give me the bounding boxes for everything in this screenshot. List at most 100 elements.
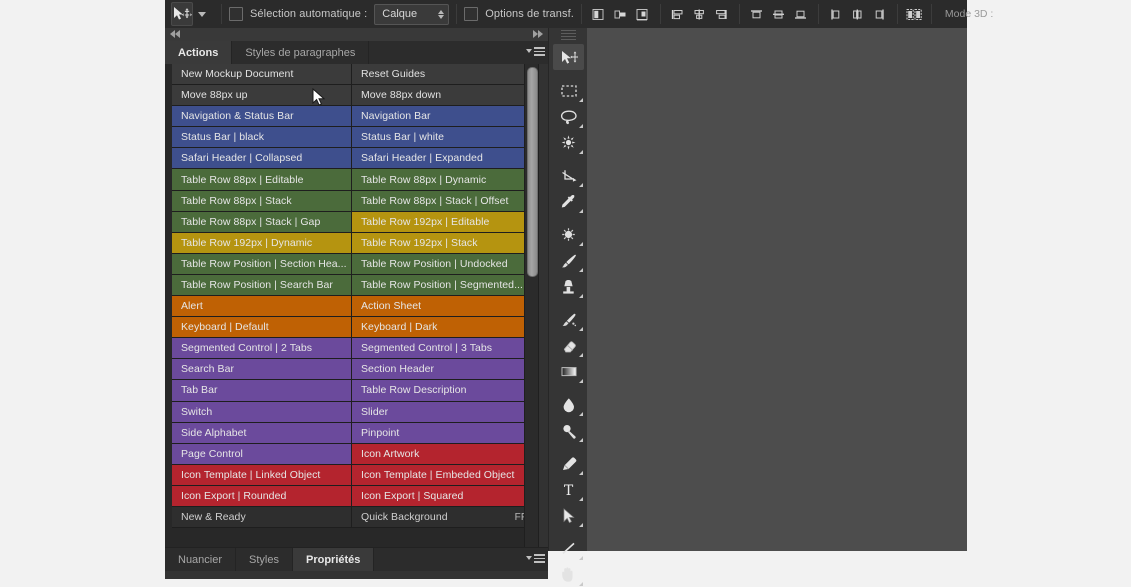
align-center-v-icon[interactable] — [690, 4, 710, 24]
action-row[interactable]: Table Row 88px | Stack | Gap — [172, 211, 352, 233]
action-row[interactable]: Slider — [352, 401, 532, 423]
action-row[interactable]: New Mockup Document — [172, 64, 352, 86]
pen-tool[interactable] — [553, 450, 584, 476]
action-row[interactable]: Move 88px down — [352, 85, 532, 107]
action-row[interactable]: Icon Template | Embeded Object — [352, 464, 532, 486]
panel-menu-icon[interactable] — [526, 47, 545, 56]
action-row[interactable]: Segmented Control | 3 Tabs — [352, 338, 532, 360]
distribute-left-icon[interactable] — [826, 4, 846, 24]
action-row[interactable]: Segmented Control | 2 Tabs — [172, 338, 352, 360]
action-row[interactable]: Reset Guides — [352, 64, 532, 86]
action-row[interactable]: Tab Bar — [172, 380, 352, 402]
action-row[interactable]: Table Row 192px | Editable — [352, 211, 532, 233]
action-row[interactable]: Table Row Position | Section Hea... — [172, 253, 352, 275]
action-row[interactable]: Keyboard | Default — [172, 317, 352, 339]
distribute-center-v-icon[interactable] — [769, 4, 789, 24]
action-row[interactable]: Icon Export | Rounded — [172, 485, 352, 507]
action-row[interactable]: Table Row 192px | Dynamic — [172, 232, 352, 254]
vertical-scrollbar[interactable] — [524, 64, 539, 547]
desktop-background-left — [0, 0, 165, 551]
align-left-icon[interactable] — [589, 4, 609, 24]
action-row[interactable]: Navigation & Status Bar — [172, 106, 352, 128]
hand-tool[interactable] — [553, 561, 584, 587]
action-row[interactable]: Table Row 88px | Editable — [172, 169, 352, 191]
transform-controls-checkbox[interactable] — [464, 7, 479, 21]
tab-paragraph-styles[interactable]: Styles de paragraphes — [232, 41, 370, 64]
dodge-tool[interactable] — [553, 417, 584, 443]
auto-select-scope-value: Calque — [382, 8, 418, 20]
action-row[interactable]: Switch — [172, 401, 352, 423]
tab-proprietes[interactable]: Propriétés — [293, 548, 375, 572]
eraser-tool[interactable] — [553, 332, 584, 358]
action-row[interactable]: Page Control — [172, 443, 352, 465]
bottom-panel-menu-icon[interactable] — [526, 554, 545, 563]
action-row[interactable]: Move 88px up — [172, 85, 352, 107]
action-row[interactable]: Table Row 88px | Stack — [172, 190, 352, 212]
blur-tool[interactable] — [553, 391, 584, 417]
action-row[interactable]: Alert — [172, 296, 352, 318]
action-row[interactable]: Table Row Position | Segmented... — [352, 274, 532, 297]
double-chevron-left-icon[interactable] — [170, 30, 180, 38]
magic-wand-tool[interactable] — [553, 129, 584, 155]
tool-flyout-triangle-icon — [579, 98, 583, 102]
eyedropper-tool[interactable] — [553, 188, 584, 214]
action-row[interactable]: Safari Header | Collapsed — [172, 148, 352, 170]
action-row[interactable]: Action Sheet — [352, 296, 532, 318]
double-chevron-right-icon[interactable] — [533, 30, 543, 38]
canvas-area[interactable] — [587, 28, 967, 551]
gradient-tool[interactable] — [553, 358, 584, 384]
action-row[interactable]: New & Ready — [172, 506, 352, 529]
action-row[interactable]: Table Row 192px | Stack — [352, 232, 532, 254]
line-icon — [562, 542, 575, 554]
distribute-right-icon[interactable] — [870, 4, 890, 24]
action-row[interactable]: Table Row Position | Undocked — [352, 253, 532, 275]
distribute-bottom-icon[interactable] — [791, 4, 811, 24]
brush-tool[interactable] — [553, 247, 584, 273]
action-row[interactable]: Pinpoint — [352, 422, 532, 444]
action-row[interactable]: Table Row Position | Search Bar — [172, 274, 352, 297]
action-row[interactable]: Keyboard | Dark — [352, 317, 532, 339]
clone-stamp-tool[interactable] — [553, 273, 584, 299]
action-row[interactable]: Section Header — [352, 359, 532, 381]
align-top-icon[interactable] — [668, 4, 688, 24]
action-row[interactable]: Navigation Bar — [352, 106, 532, 128]
distribute-top-icon[interactable] — [747, 4, 767, 24]
tools-panel-grip[interactable] — [561, 30, 576, 41]
rectangular-marquee-tool[interactable] — [553, 77, 584, 103]
action-row[interactable]: Status Bar | black — [172, 127, 352, 149]
auto-select-scope-dropdown[interactable]: Calque — [374, 3, 450, 25]
action-row[interactable]: Quick Background FF — [352, 506, 532, 529]
auto-align-icon[interactable] — [905, 4, 924, 24]
action-row[interactable]: Icon Template | Linked Object — [172, 464, 352, 486]
align-buttons-group-2 — [668, 4, 732, 24]
align-bottom-icon[interactable] — [712, 4, 732, 24]
tab-styles[interactable]: Styles — [236, 548, 293, 572]
scrollbar-thumb[interactable] — [527, 67, 538, 277]
spot-healing-brush-tool[interactable] — [553, 221, 584, 247]
move-tool[interactable] — [553, 44, 584, 70]
action-row[interactable]: Side Alphabet — [172, 422, 352, 444]
lasso-tool[interactable] — [553, 103, 584, 129]
action-row[interactable]: Status Bar | white — [352, 127, 532, 149]
path-selection-tool[interactable] — [553, 502, 584, 528]
panel-drag-bar[interactable] — [165, 28, 548, 42]
action-row[interactable]: Search Bar — [172, 359, 352, 381]
align-right-icon[interactable] — [633, 4, 653, 24]
chevron-down-icon[interactable] — [198, 11, 206, 17]
move-tool-icon[interactable] — [171, 2, 193, 26]
action-row[interactable]: Safari Header | Expanded — [352, 148, 532, 170]
action-row[interactable]: Table Row Description — [352, 380, 532, 402]
tab-nuancier[interactable]: Nuancier — [165, 548, 237, 572]
line-tool[interactable] — [553, 535, 584, 561]
crop-tool[interactable] — [553, 162, 584, 188]
align-center-h-icon[interactable] — [611, 4, 631, 24]
tab-actions[interactable]: Actions — [165, 41, 233, 64]
distribute-center-h-icon[interactable] — [848, 4, 868, 24]
history-brush-tool[interactable] — [553, 306, 584, 332]
auto-select-checkbox[interactable] — [229, 7, 243, 21]
action-row[interactable]: Icon Export | Squared — [352, 485, 532, 507]
action-row[interactable]: Table Row 88px | Dynamic — [352, 169, 532, 191]
action-row[interactable]: Icon Artwork — [352, 443, 532, 465]
action-row[interactable]: Table Row 88px | Stack | Offset — [352, 190, 532, 212]
type-tool[interactable]: T — [553, 476, 584, 502]
